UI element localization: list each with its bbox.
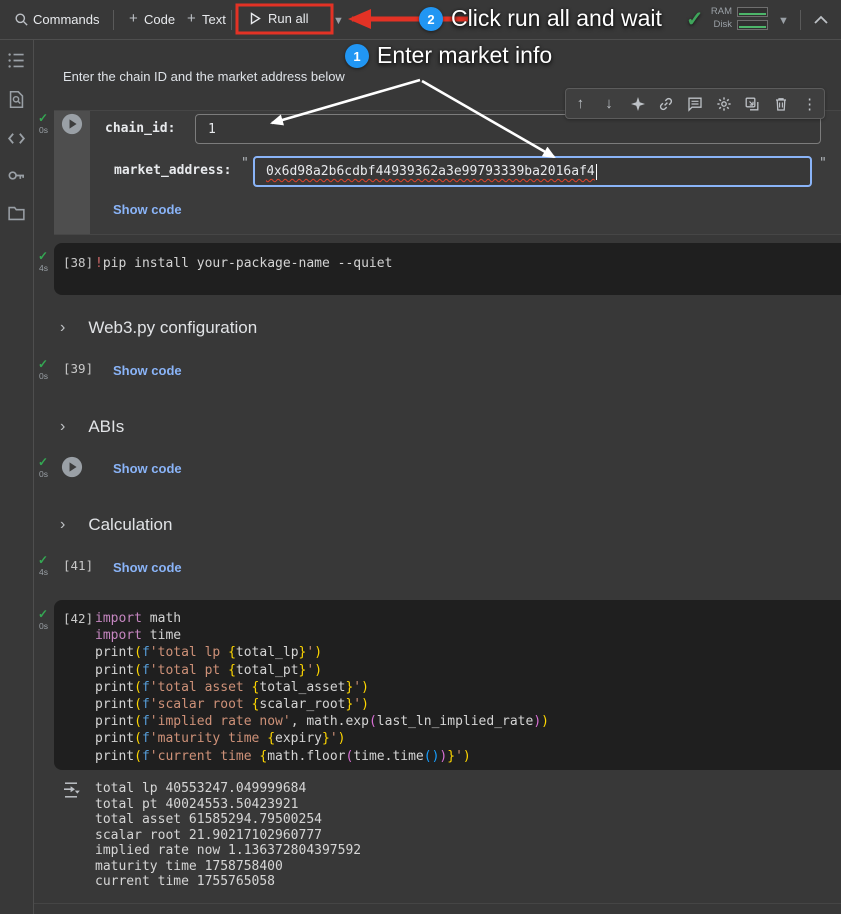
section-header-calculation[interactable]: › Calculation <box>60 515 172 535</box>
chevron-right-icon[interactable]: › <box>60 419 65 435</box>
toolbar-divider <box>231 10 232 30</box>
delete-cell-trash-icon[interactable] <box>772 95 790 113</box>
find-replace-icon[interactable] <box>7 90 26 109</box>
chain-id-label: chain_id: <box>105 121 175 136</box>
chevron-right-icon[interactable]: › <box>60 320 65 336</box>
chain-id-value: 1 <box>208 122 216 137</box>
show-code-link[interactable]: Show code <box>113 363 182 378</box>
colab-notebook: Commands + Code + Text Run all ▼ RAM Dis… <box>0 0 841 914</box>
show-code-link[interactable]: Show code <box>113 560 182 575</box>
execution-count: [38] <box>63 255 93 270</box>
cell-success-check-icon: ✓ <box>38 112 48 124</box>
text-cursor <box>596 164 598 180</box>
section-title: Web3.py configuration <box>88 318 257 338</box>
cell-toolbar: ↑ ↓ ⋮ <box>565 88 825 119</box>
execution-count: [39] <box>63 361 93 376</box>
run-cell-button[interactable] <box>61 456 83 478</box>
add-code-button[interactable]: Code <box>144 12 175 27</box>
opening-quote: " <box>241 156 249 171</box>
markdown-instruction-text: Enter the chain ID and the market addres… <box>63 69 345 84</box>
cell-success-check-icon: ✓ <box>38 250 48 262</box>
show-code-link[interactable]: Show code <box>113 202 182 217</box>
mirror-cell-icon[interactable] <box>743 95 761 113</box>
cell-runtime: 0s <box>39 372 48 381</box>
execution-count: [41] <box>63 558 93 573</box>
pip-install-code-cell[interactable]: [38] !pip install your-package-name --qu… <box>54 243 841 295</box>
market-address-input[interactable]: 0x6d98a2b6cdbf44939362a3e99793339ba2016a… <box>253 156 812 187</box>
commands-button[interactable]: Commands <box>33 12 99 27</box>
section-header-abis[interactable]: › ABIs <box>60 417 124 437</box>
left-sidebar <box>0 39 34 914</box>
cell-success-check-icon: ✓ <box>38 358 48 370</box>
table-of-contents-icon[interactable] <box>7 51 26 70</box>
step-2-check-icon: ✓ <box>686 7 704 32</box>
closing-quote: " <box>819 156 827 171</box>
more-actions-icon[interactable]: ⋮ <box>801 95 819 113</box>
add-text-button[interactable]: Text <box>202 12 226 27</box>
search-icon <box>14 12 29 27</box>
add-text-plus-icon: + <box>187 10 196 27</box>
step-1-badge: 1 <box>345 44 369 68</box>
move-cell-down-icon[interactable]: ↓ <box>600 95 618 113</box>
play-outline-icon <box>250 12 261 25</box>
cell-runtime: 4s <box>39 568 48 577</box>
code-editor: !pip install your-package-name --quiet <box>95 255 392 272</box>
chevron-right-icon[interactable]: › <box>60 517 65 533</box>
code-editor: import mathimport timeprint(f'total lp {… <box>95 610 549 765</box>
output-actions-icon[interactable] <box>62 781 82 799</box>
run-all-button[interactable]: Run all <box>250 11 308 26</box>
market-address-value: 0x6d98a2b6cdbf44939362a3e99793339ba2016a… <box>266 164 595 179</box>
settings-gear-icon[interactable] <box>715 95 733 113</box>
copy-link-icon[interactable] <box>657 95 675 113</box>
files-folder-icon[interactable] <box>7 204 26 223</box>
cell-output-text: total lp 40553247.049999684total pt 4002… <box>95 781 361 890</box>
secrets-key-icon[interactable] <box>7 166 26 185</box>
ram-label: RAM <box>708 6 732 17</box>
ram-usage-bar <box>737 7 768 17</box>
run-cell-button[interactable] <box>61 113 83 135</box>
cell-runtime: 4s <box>39 264 48 273</box>
add-comment-icon[interactable] <box>686 95 704 113</box>
cell-runtime: 0s <box>39 622 48 631</box>
cell-success-check-icon: ✓ <box>38 554 48 566</box>
disk-usage-bar <box>737 20 768 30</box>
cell-success-check-icon: ✓ <box>38 608 48 620</box>
move-cell-up-icon[interactable]: ↑ <box>571 95 589 113</box>
resources-dropdown-caret[interactable]: ▼ <box>778 15 789 27</box>
cell-runtime: 0s <box>39 126 48 135</box>
footer-divider <box>33 903 841 904</box>
step-2-label: Click run all and wait <box>451 5 662 32</box>
step-2-badge: 2 <box>419 7 443 31</box>
gemini-spark-icon[interactable] <box>629 95 647 113</box>
resources-indicator[interactable]: RAM Disk <box>708 6 768 30</box>
market-address-label: market_address: <box>114 163 231 178</box>
add-code-plus-icon: + <box>129 10 138 27</box>
execution-count: [42] <box>63 611 93 626</box>
toolbar-divider <box>800 10 801 30</box>
disk-label: Disk <box>708 19 732 30</box>
step-1-label: Enter market info <box>377 42 552 69</box>
calculation-code-cell[interactable]: [42] import mathimport timeprint(f'total… <box>54 600 841 770</box>
section-title: Calculation <box>88 515 172 535</box>
code-snippets-icon[interactable] <box>7 129 26 148</box>
cell-success-check-icon: ✓ <box>38 456 48 468</box>
run-all-dropdown-caret[interactable]: ▼ <box>333 15 344 27</box>
toolbar-divider <box>113 10 114 30</box>
cell-runtime: 0s <box>39 470 48 479</box>
section-title: ABIs <box>88 417 124 437</box>
show-code-link[interactable]: Show code <box>113 461 182 476</box>
section-header-web3[interactable]: › Web3.py configuration <box>60 318 257 338</box>
collapse-header-chevron-icon[interactable] <box>813 13 829 27</box>
